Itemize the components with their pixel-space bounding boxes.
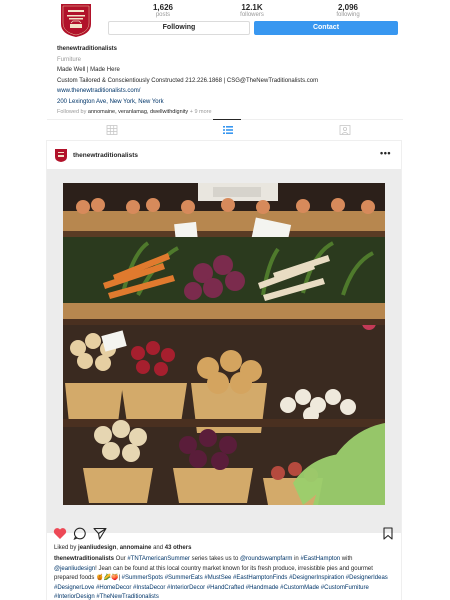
stat-followers-value: 12.1K xyxy=(241,3,263,12)
address-link[interactable]: 200 Lexington Ave, New York, New York xyxy=(57,97,417,108)
followed-by-more: + 9 more xyxy=(189,109,212,115)
post-username[interactable]: thenewtraditionalists xyxy=(73,152,138,159)
post-actions xyxy=(47,523,401,543)
post-avatar[interactable] xyxy=(54,148,68,162)
stat-followers-label: followers xyxy=(240,12,264,18)
profile-avatar[interactable] xyxy=(59,2,93,38)
followed-by[interactable]: Followed by annomaine, veranlamag, dwell… xyxy=(57,107,417,118)
stat-following-label: following xyxy=(336,12,360,18)
active-tab-indicator xyxy=(213,119,241,120)
share-icon[interactable] xyxy=(93,527,107,540)
caption-text-4: with xyxy=(340,556,353,562)
list-icon[interactable] xyxy=(222,125,234,135)
following-button[interactable]: Following xyxy=(108,21,250,35)
followed-by-names: annomaine, veranlamag, dwellwithdignity xyxy=(87,109,189,115)
likes-line[interactable]: Liked by jeanliudesign, annomaine and 43… xyxy=(54,545,191,551)
stat-posts-value: 1,626 xyxy=(152,3,174,12)
followed-by-prefix: Followed by xyxy=(57,109,87,115)
profile-header: 1,626 posts 12.1K followers 2,096 follow… xyxy=(0,0,450,118)
stat-following[interactable]: 2,096 following xyxy=(313,3,383,19)
profile-category: Furniture xyxy=(57,56,82,63)
tagged-icon[interactable] xyxy=(339,125,351,135)
liked-by-prefix: Liked by xyxy=(54,545,77,551)
bio-line-1: Made Well | Made Here xyxy=(57,67,120,73)
stat-followers[interactable]: 12.1K followers xyxy=(217,3,287,19)
liked-by-user2[interactable]: annomaine xyxy=(120,545,152,551)
stat-posts[interactable]: 1,626 posts xyxy=(128,3,198,19)
caption-username[interactable]: thenewtraditionalists xyxy=(54,556,114,562)
caption-hashtag-1[interactable]: #TNTAmericanSummer xyxy=(127,556,190,562)
contact-button[interactable]: Contact xyxy=(254,21,398,35)
post-card: thenewtraditionalists ••• Liked by jeanl… xyxy=(46,140,402,600)
grid-icon[interactable] xyxy=(106,125,118,135)
heart-icon[interactable] xyxy=(53,527,67,540)
post-header: thenewtraditionalists ••• xyxy=(47,141,401,169)
comment-icon[interactable] xyxy=(73,527,87,540)
caption-text-1: Our xyxy=(114,556,128,562)
website-link[interactable]: www.thenewtraditionalists.com/ xyxy=(57,86,417,97)
post-caption: thenewtraditionalists Our #TNTAmericanSu… xyxy=(54,555,394,600)
stat-posts-label: posts xyxy=(155,12,171,18)
profile-stats: 1,626 posts 12.1K followers 2,096 follow… xyxy=(128,3,398,19)
post-photo[interactable] xyxy=(63,183,385,505)
bookmark-icon[interactable] xyxy=(381,527,395,540)
caption-text-2: series takes us to xyxy=(189,556,240,562)
profile-username: thenewtraditionalists xyxy=(57,46,118,52)
caption-mention-2[interactable]: @jeanliudesign xyxy=(54,566,95,572)
profile-tab-bar xyxy=(47,119,403,139)
bio-line-2: Custom Tailored & Conscientiously Constr… xyxy=(57,77,319,84)
liked-by-count[interactable]: 43 others xyxy=(165,545,192,551)
more-options-button[interactable]: ••• xyxy=(380,148,391,158)
liked-by-user[interactable]: jeanliudesign xyxy=(78,545,116,551)
caption-mention-1[interactable]: @roundswampfarm xyxy=(240,556,292,562)
profile-bio: thenewtraditionalists Furniture Made Wel… xyxy=(57,44,417,118)
caption-hashtag-2[interactable]: #EastHampton xyxy=(300,556,340,562)
liked-by-and: and xyxy=(151,545,165,551)
photo-frame xyxy=(47,169,401,533)
stat-following-value: 2,096 xyxy=(337,3,359,12)
